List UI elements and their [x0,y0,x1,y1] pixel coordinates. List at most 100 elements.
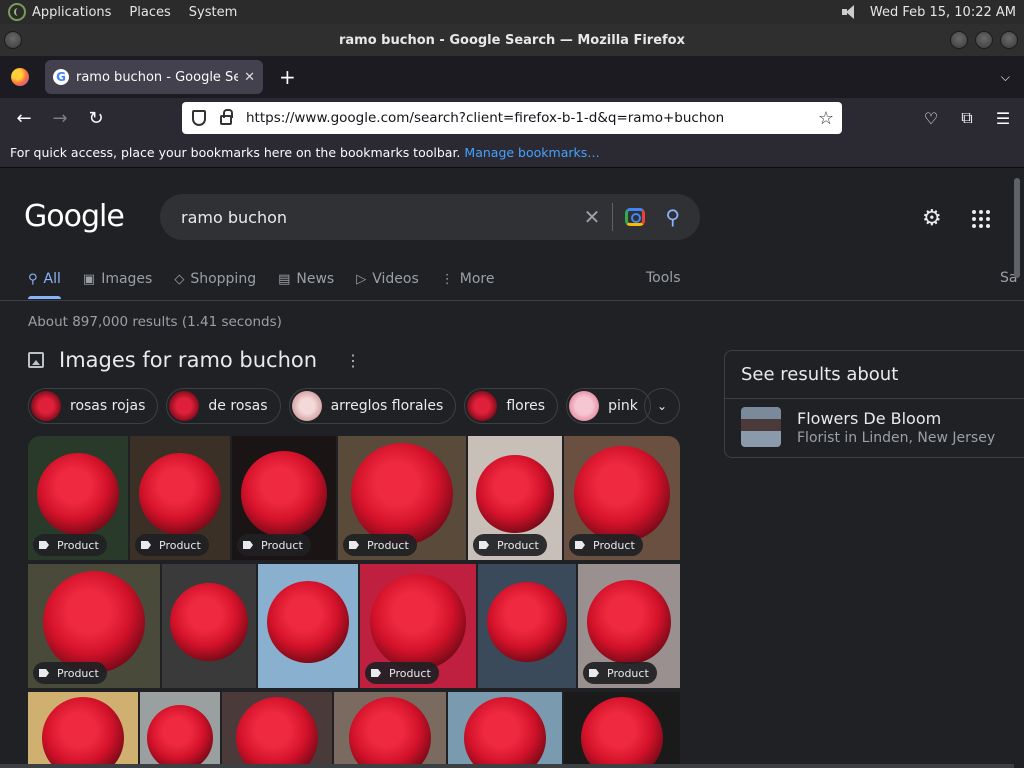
search-box[interactable]: ramo buchon ✕ ⚲ [160,194,700,240]
image-result-tile[interactable]: Product [28,564,160,688]
google-lens-icon[interactable] [625,208,646,226]
rose-bouquet-image [241,451,327,537]
tag-icon [589,669,599,677]
product-badge: Product [569,534,643,556]
tab-news[interactable]: ▤ News [278,268,334,290]
see-results-about-card: See results about Flowers De Bloom Flori… [724,350,1024,458]
tab-more[interactable]: ⋮ More [441,268,495,290]
bookmark-star-icon[interactable]: ☆ [818,108,834,129]
rose-bouquet-image [486,581,568,663]
browser-tab-active[interactable]: G ramo buchon - Google Search ✕ [45,60,263,94]
image-result-tile[interactable] [28,692,138,768]
product-badge: Product [365,662,439,684]
chip-thumbnail [467,391,498,421]
tab-images[interactable]: ▣ Images [83,268,152,290]
horizontal-scrollbar[interactable] [0,764,1014,768]
rose-bouquet-image [37,453,119,535]
minimize-button[interactable] [950,31,968,49]
image-result-tile[interactable] [222,692,332,768]
image-result-tile[interactable]: Product [28,436,128,560]
image-result-tile[interactable]: Product [130,436,230,560]
rose-bouquet-image [476,455,554,533]
gnome-foot-icon[interactable] [8,3,26,21]
product-badge-label: Product [607,666,649,680]
search-icon[interactable]: ⚲ [665,205,680,229]
chip-pink[interactable]: pink [566,388,651,424]
chip-arreglos-florales[interactable]: arreglos florales [288,388,457,424]
tools-button[interactable]: Tools [646,270,681,286]
clock[interactable]: Wed Feb 15, 10:22 AM [870,5,1016,20]
video-icon: ▷ [356,271,367,287]
window-titlebar: ramo buchon - Google Search — Mozilla Fi… [0,24,1024,56]
reload-icon[interactable]: ↻ [81,103,111,133]
result-stats: About 897,000 results (1.41 seconds) [28,314,282,330]
chip-flores[interactable]: flores [464,388,559,424]
new-tab-button[interactable]: + [279,65,296,89]
image-result-tile[interactable]: Product [578,564,680,688]
image-result-tile[interactable] [448,692,562,768]
image-result-tile[interactable] [162,564,256,688]
image-result-tile[interactable] [258,564,358,688]
images-heading[interactable]: Images for ramo buchon [59,348,317,372]
chip-de-rosas[interactable]: de rosas [166,388,281,424]
entity-name: Flowers De Bloom [797,408,942,428]
list-all-tabs-icon[interactable]: ⌵ [1001,70,1010,85]
tab-shopping[interactable]: ◇ Shopping [174,268,256,290]
url-bar[interactable]: https://www.google.com/search?client=fir… [182,102,842,134]
image-result-tile[interactable]: Product [232,436,336,560]
image-result-tile[interactable]: Product [564,436,680,560]
product-badge-label: Product [261,538,303,552]
image-result-tile[interactable] [478,564,576,688]
firefox-view-icon[interactable] [11,68,29,86]
back-icon[interactable]: ← [9,103,39,133]
google-favicon-icon: G [53,69,69,85]
tab-videos[interactable]: ▷ Videos [356,268,419,290]
lock-icon[interactable] [220,109,233,125]
url-text[interactable]: https://www.google.com/search?client=fir… [246,110,724,126]
close-window-button[interactable] [1000,31,1018,49]
entity-flowers-de-bloom[interactable]: Flowers De Bloom Florist in Linden, New … [725,399,1024,455]
chip-label: pink [608,398,638,414]
rose-bouquet-image [139,453,221,535]
product-badge-label: Product [593,538,635,552]
google-apps-icon[interactable] [972,210,990,228]
extensions-icon[interactable]: ⧉ [952,103,982,133]
tab-strip: G ramo buchon - Google Search ✕ + ⌵ [0,56,1024,98]
entity-type: Florist in Linden, New Jersey [797,429,996,446]
menu-places[interactable]: Places [129,5,170,20]
search-input[interactable]: ramo buchon [181,208,584,227]
window-menu-button[interactable] [4,31,22,49]
manage-bookmarks-link[interactable]: Manage bookmarks… [464,145,599,160]
tag-icon [39,669,49,677]
maximize-button[interactable] [975,31,993,49]
tab-title: ramo buchon - Google Search [76,69,239,85]
forward-icon[interactable]: → [45,103,75,133]
more-vert-icon[interactable]: ⋮ [345,351,361,370]
settings-gear-icon[interactable]: ⚙ [922,206,942,231]
hamburger-menu-icon[interactable]: ☰ [988,103,1018,133]
pocket-icon[interactable]: ♡ [916,103,946,133]
entity-thumbnail [741,407,781,447]
tracking-shield-icon[interactable] [192,110,206,126]
rose-bouquet-image [42,697,124,768]
chip-label: flores [506,398,546,414]
image-result-tile[interactable] [334,692,446,768]
volume-icon[interactable] [841,5,860,19]
image-result-tile[interactable]: Product [338,436,466,560]
image-result-tile[interactable] [564,692,680,768]
clear-search-icon[interactable]: ✕ [584,205,601,229]
bookmarks-toolbar: For quick access, place your bookmarks h… [0,138,1024,168]
chip-label: rosas rojas [70,398,146,414]
close-tab-icon[interactable]: ✕ [244,70,255,85]
image-result-tile[interactable]: Product [468,436,562,560]
google-logo[interactable]: Google [24,199,125,234]
rose-bouquet-image [370,574,466,670]
menu-system[interactable]: System [189,5,237,20]
image-result-tile[interactable] [140,692,220,768]
menu-applications[interactable]: Applications [32,5,111,20]
chip-rosas-rojas[interactable]: rosas rojas [28,388,159,424]
expand-chips-button[interactable]: ⌄ [644,388,680,424]
tab-all[interactable]: ⚲ All [28,268,61,299]
vertical-scrollbar[interactable] [1014,178,1020,278]
image-result-tile[interactable]: Product [360,564,476,688]
